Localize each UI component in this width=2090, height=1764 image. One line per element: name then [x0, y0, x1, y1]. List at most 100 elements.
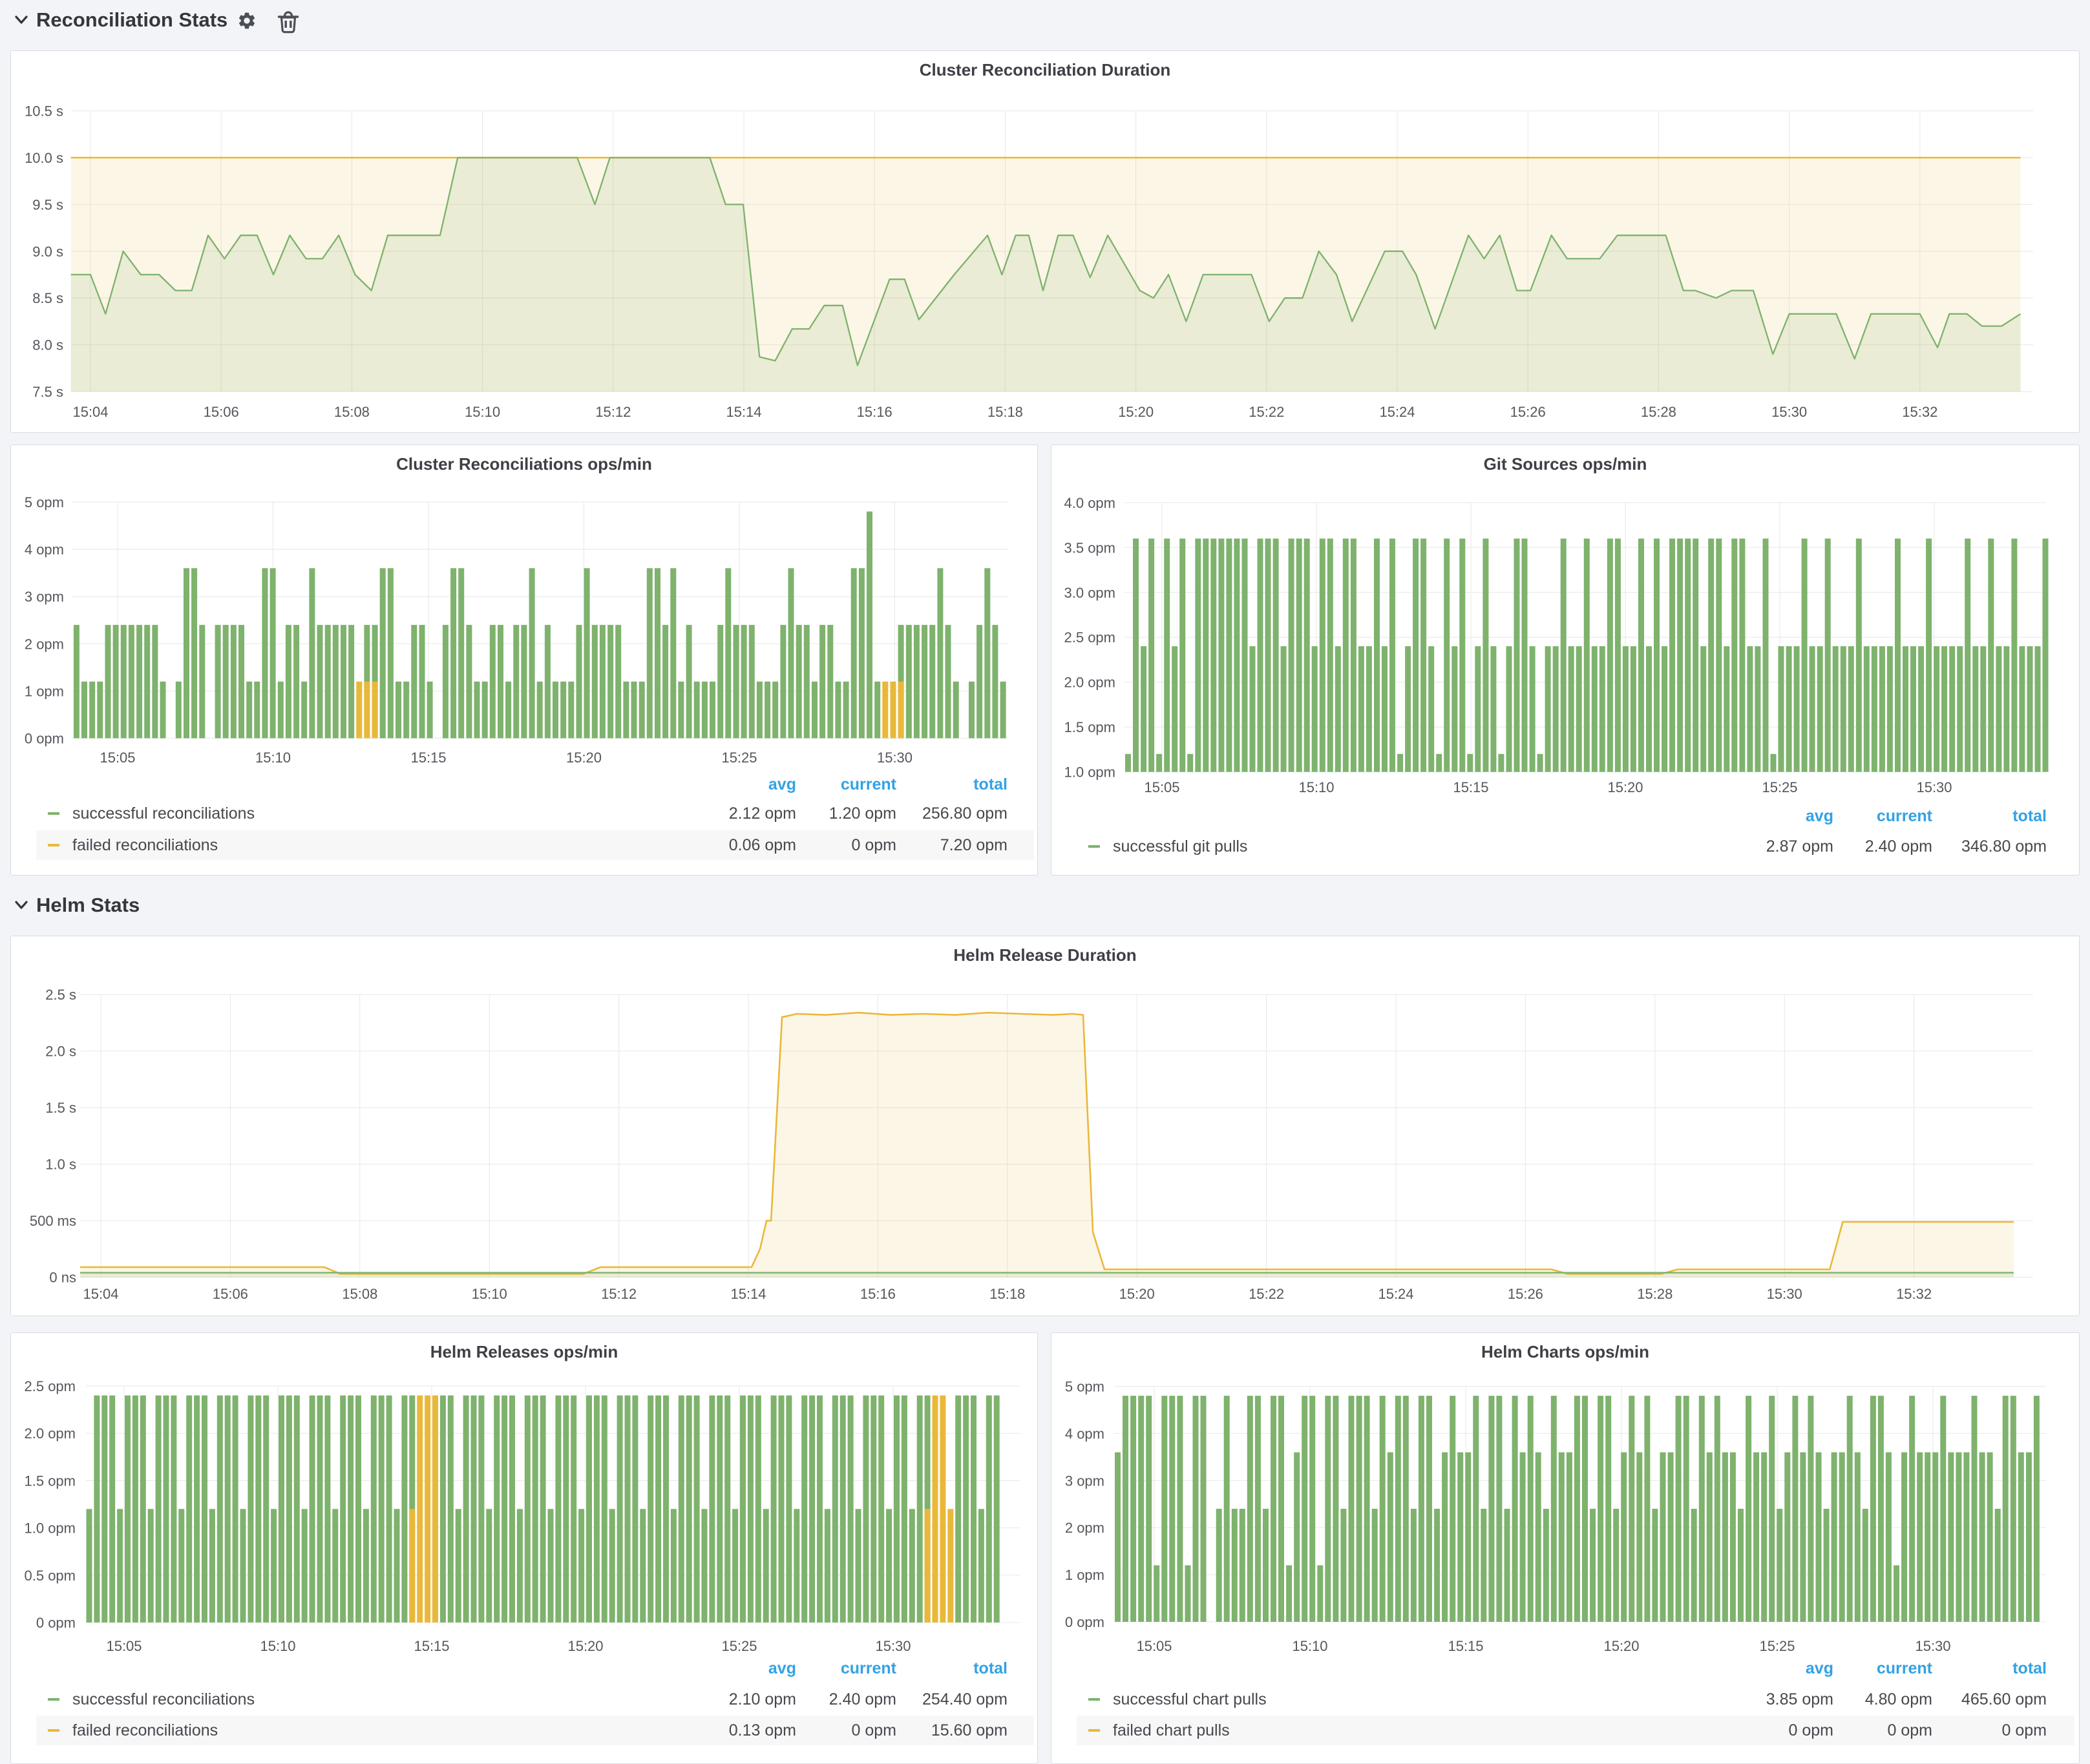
svg-text:0 opm: 0 opm	[36, 1615, 76, 1631]
svg-text:15:04: 15:04	[72, 404, 108, 420]
svg-text:2.0 opm: 2.0 opm	[1064, 675, 1116, 691]
svg-text:0.06 opm: 0.06 opm	[729, 836, 796, 854]
svg-text:15:16: 15:16	[860, 1286, 896, 1302]
svg-text:2.5 opm: 2.5 opm	[1064, 629, 1116, 646]
svg-text:0 opm: 0 opm	[1065, 1614, 1104, 1630]
svg-text:15:18: 15:18	[989, 1286, 1025, 1302]
svg-text:15:24: 15:24	[1378, 1286, 1413, 1302]
svg-text:10.5 s: 10.5 s	[25, 103, 63, 120]
svg-text:15:30: 15:30	[1767, 1286, 1802, 1302]
svg-text:15:08: 15:08	[342, 1286, 377, 1302]
svg-text:4.0 opm: 4.0 opm	[1064, 495, 1116, 511]
svg-text:1.0 s: 1.0 s	[45, 1157, 76, 1173]
svg-text:Helm Stats: Helm Stats	[36, 894, 140, 916]
svg-text:15:05: 15:05	[100, 750, 135, 766]
svg-text:avg: avg	[768, 1659, 796, 1677]
svg-text:1.5 opm: 1.5 opm	[1064, 719, 1116, 735]
svg-text:2.87 opm: 2.87 opm	[1766, 837, 1833, 856]
svg-text:0 opm: 0 opm	[852, 836, 896, 854]
svg-text:15:20: 15:20	[1603, 1638, 1639, 1654]
svg-text:15:25: 15:25	[1759, 1638, 1795, 1654]
svg-text:4 opm: 4 opm	[1065, 1425, 1104, 1442]
svg-text:15:26: 15:26	[1508, 1286, 1543, 1302]
svg-text:Cluster Reconciliation Duratio: Cluster Reconciliation Duration	[920, 60, 1171, 79]
svg-text:15:15: 15:15	[1453, 779, 1488, 795]
svg-text:500 ms: 500 ms	[30, 1213, 76, 1229]
svg-text:0 opm: 0 opm	[25, 731, 64, 747]
svg-text:254.40 opm: 254.40 opm	[922, 1690, 1008, 1708]
svg-text:15:25: 15:25	[721, 750, 757, 766]
svg-text:1 opm: 1 opm	[25, 683, 64, 699]
svg-text:15:25: 15:25	[1762, 779, 1797, 795]
svg-text:15:30: 15:30	[1915, 1638, 1950, 1654]
svg-text:successful git pulls: successful git pulls	[1113, 837, 1247, 856]
svg-text:0.5 opm: 0.5 opm	[25, 1568, 76, 1584]
svg-text:current: current	[841, 775, 897, 793]
svg-text:total: total	[2012, 1659, 2047, 1677]
svg-text:15:20: 15:20	[1607, 779, 1643, 795]
svg-text:5 opm: 5 opm	[1065, 1379, 1104, 1395]
svg-text:Helm Release Duration: Helm Release Duration	[953, 945, 1136, 965]
svg-text:avg: avg	[768, 775, 796, 793]
svg-text:15:20: 15:20	[566, 750, 602, 766]
svg-text:15:06: 15:06	[213, 1286, 248, 1302]
svg-text:15:05: 15:05	[106, 1638, 142, 1654]
svg-text:failed chart pulls: failed chart pulls	[1113, 1721, 1230, 1739]
svg-text:15:05: 15:05	[1136, 1638, 1172, 1654]
svg-text:total: total	[2012, 807, 2047, 825]
svg-text:465.60 opm: 465.60 opm	[1961, 1690, 2047, 1708]
svg-text:15:30: 15:30	[1916, 779, 1952, 795]
svg-text:15:12: 15:12	[601, 1286, 637, 1302]
svg-text:10.0 s: 10.0 s	[25, 150, 63, 166]
svg-text:total: total	[973, 1659, 1008, 1677]
svg-text:current: current	[1877, 807, 1933, 825]
svg-text:Reconciliation Stats: Reconciliation Stats	[36, 8, 227, 31]
svg-text:2.5 opm: 2.5 opm	[25, 1378, 76, 1394]
svg-text:15:30: 15:30	[875, 1638, 911, 1654]
svg-text:15:10: 15:10	[255, 750, 291, 766]
svg-text:2.40 opm: 2.40 opm	[829, 1690, 896, 1708]
svg-text:15:24: 15:24	[1379, 404, 1415, 420]
svg-text:15:30: 15:30	[1771, 404, 1807, 420]
svg-text:15:32: 15:32	[1902, 404, 1937, 420]
svg-text:0 opm: 0 opm	[852, 1721, 896, 1739]
svg-text:1.5 opm: 1.5 opm	[25, 1473, 76, 1489]
svg-text:8.5 s: 8.5 s	[32, 290, 63, 306]
svg-text:8.0 s: 8.0 s	[32, 337, 63, 353]
svg-text:15:08: 15:08	[334, 404, 370, 420]
svg-text:15:15: 15:15	[410, 750, 446, 766]
svg-text:15:05: 15:05	[1144, 779, 1179, 795]
svg-text:346.80 opm: 346.80 opm	[1961, 837, 2047, 856]
svg-text:0.13 opm: 0.13 opm	[729, 1721, 796, 1739]
svg-text:15:14: 15:14	[730, 1286, 766, 1302]
svg-text:15:25: 15:25	[721, 1638, 757, 1654]
svg-text:1.0 opm: 1.0 opm	[1064, 764, 1116, 781]
svg-text:2.0 opm: 2.0 opm	[25, 1425, 76, 1442]
svg-text:15:15: 15:15	[1448, 1638, 1483, 1654]
svg-text:avg: avg	[1806, 807, 1833, 825]
svg-text:15:14: 15:14	[726, 404, 761, 420]
svg-text:15:10: 15:10	[465, 404, 500, 420]
svg-text:15:18: 15:18	[987, 404, 1023, 420]
svg-text:2.40 opm: 2.40 opm	[1865, 837, 1932, 856]
svg-text:4.80 opm: 4.80 opm	[1865, 1690, 1932, 1708]
svg-text:15:16: 15:16	[857, 404, 892, 420]
svg-text:successful reconciliations: successful reconciliations	[72, 1690, 255, 1708]
svg-text:256.80 opm: 256.80 opm	[922, 804, 1008, 823]
svg-text:0 opm: 0 opm	[1789, 1721, 1833, 1739]
svg-text:7.5 s: 7.5 s	[32, 384, 63, 400]
svg-text:15:15: 15:15	[414, 1638, 449, 1654]
svg-text:4 opm: 4 opm	[25, 541, 64, 558]
svg-text:failed reconciliations: failed reconciliations	[72, 1721, 218, 1739]
svg-text:15:22: 15:22	[1249, 404, 1284, 420]
svg-text:3 opm: 3 opm	[1065, 1473, 1104, 1489]
svg-text:5 opm: 5 opm	[25, 494, 64, 510]
svg-text:2.5 s: 2.5 s	[45, 987, 76, 1003]
svg-text:3.0 opm: 3.0 opm	[1064, 585, 1116, 601]
svg-text:15:10: 15:10	[1292, 1638, 1327, 1654]
svg-text:9.0 s: 9.0 s	[32, 244, 63, 260]
svg-text:total: total	[973, 775, 1008, 793]
svg-text:15:10: 15:10	[472, 1286, 507, 1302]
svg-text:15:10: 15:10	[1298, 779, 1334, 795]
svg-text:1.5 s: 1.5 s	[45, 1100, 76, 1116]
